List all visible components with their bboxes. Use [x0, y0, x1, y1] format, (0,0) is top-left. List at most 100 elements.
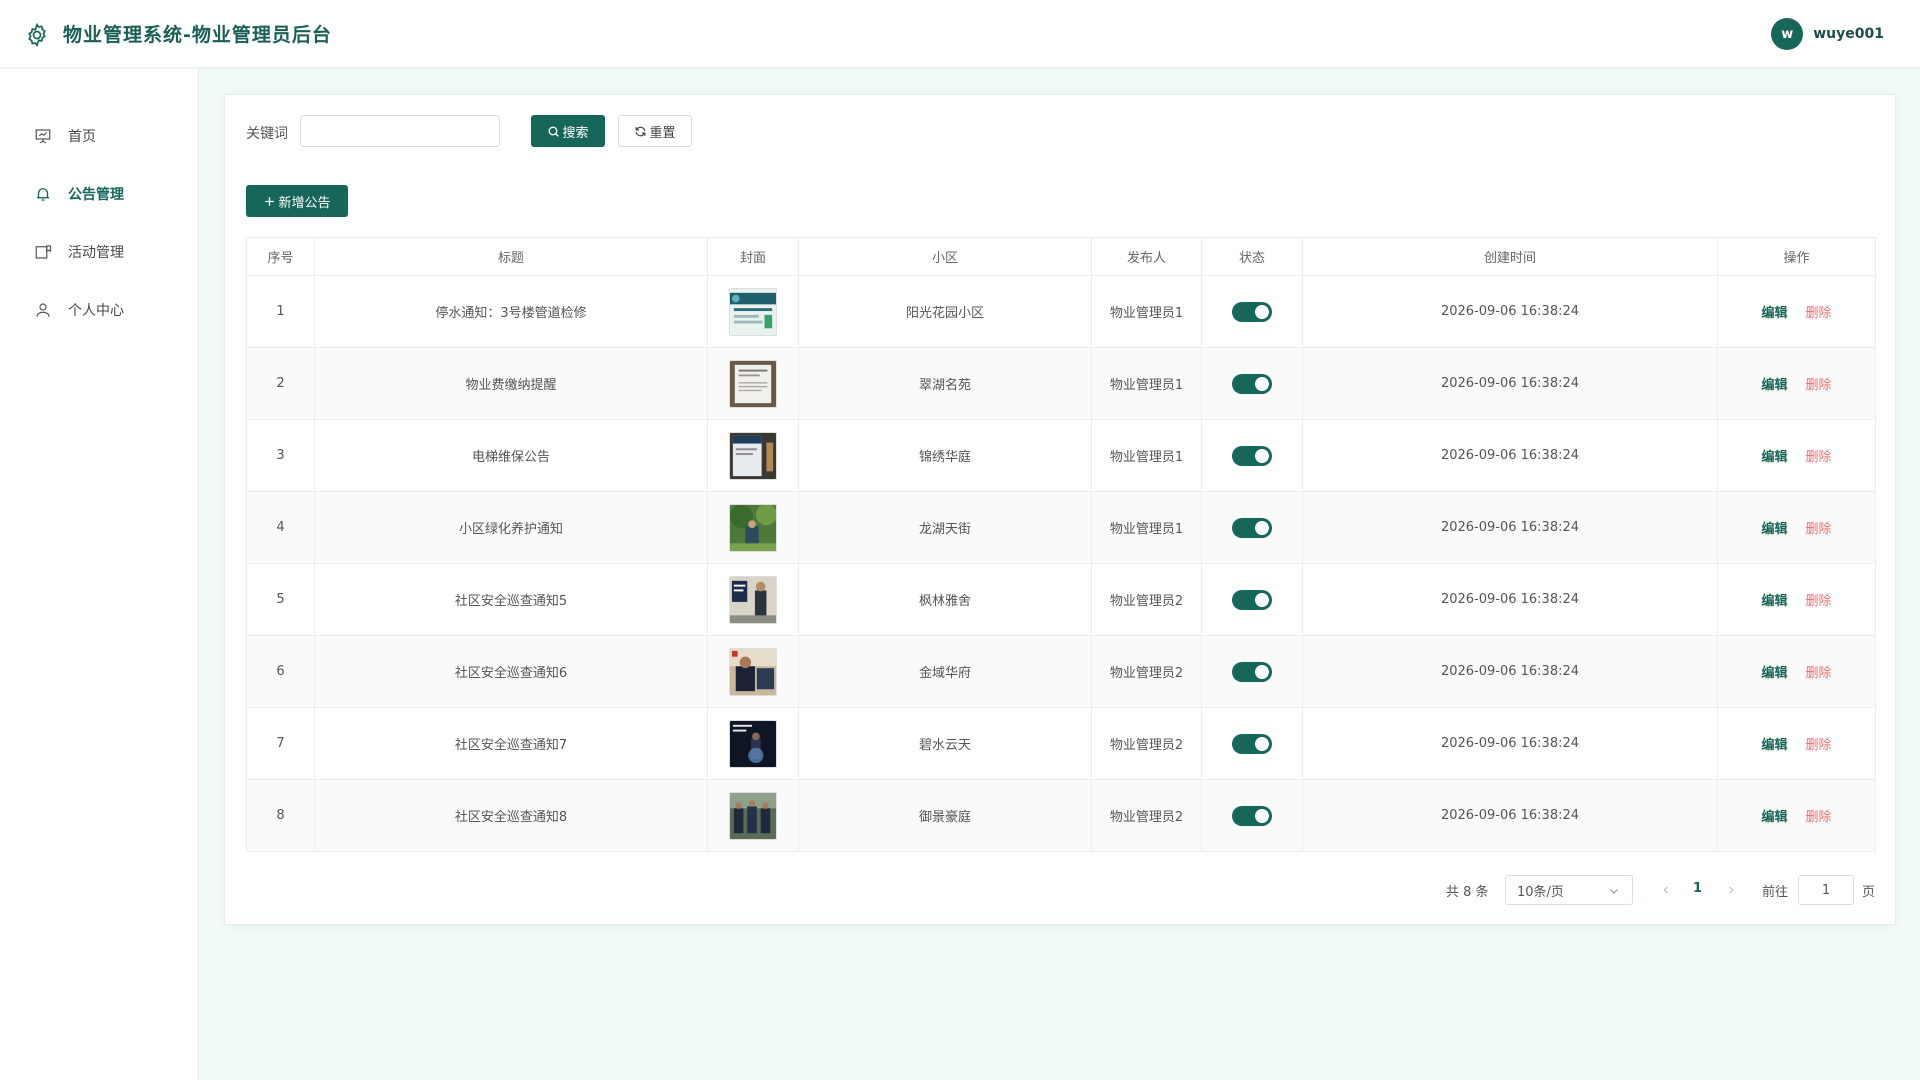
row-number: 3 — [246, 419, 315, 492]
search-button-label: 搜索 — [562, 125, 589, 141]
column-header: 封面 — [707, 237, 799, 276]
page-number-current[interactable]: 1 — [1693, 881, 1702, 896]
delete-button[interactable]: 删除 — [1806, 306, 1832, 321]
status-toggle[interactable] — [1232, 517, 1272, 538]
delete-button[interactable]: 删除 — [1806, 378, 1832, 393]
page-size-select[interactable]: 10条/页 — [1505, 875, 1633, 905]
edit-button[interactable]: 编辑 — [1761, 738, 1787, 753]
avatar[interactable]: w — [1771, 18, 1804, 50]
row-status — [1201, 635, 1303, 708]
status-toggle[interactable] — [1232, 733, 1272, 754]
row-cover — [707, 275, 799, 348]
table-row: 5 社区安全巡查通知5 枫林雅舍 物业管理员2 2026-09-06 16:38… — [246, 563, 1876, 636]
row-publisher: 物业管理员1 — [1091, 275, 1202, 348]
row-created-time: 2026-09-06 16:38:24 — [1302, 347, 1718, 420]
status-toggle[interactable] — [1232, 805, 1272, 826]
cover-thumbnail[interactable] — [729, 719, 777, 768]
column-header: 状态 — [1201, 237, 1303, 276]
row-cover — [707, 635, 799, 708]
status-toggle[interactable] — [1232, 373, 1272, 394]
prev-page-button[interactable] — [1661, 883, 1671, 899]
row-actions: 编辑 删除 — [1717, 563, 1876, 636]
user-menu[interactable]: w wuye001 — [1771, 18, 1884, 50]
row-community: 金域华府 — [798, 635, 1092, 708]
delete-button[interactable]: 删除 — [1806, 450, 1832, 465]
row-status — [1201, 563, 1303, 636]
delete-button[interactable]: 删除 — [1806, 666, 1832, 681]
sidebar-item-home[interactable]: 首页 — [0, 116, 199, 156]
cover-thumbnail[interactable] — [729, 647, 777, 696]
cover-thumbnail[interactable] — [729, 575, 777, 624]
app-title: 物业管理系统-物业管理员后台 — [63, 24, 332, 46]
edit-button[interactable]: 编辑 — [1761, 594, 1787, 609]
row-status — [1201, 347, 1303, 420]
add-announcement-button[interactable]: 新增公告 — [246, 185, 348, 217]
row-created-time: 2026-09-06 16:38:24 — [1302, 779, 1718, 852]
status-toggle[interactable] — [1232, 301, 1272, 322]
row-number: 1 — [246, 275, 315, 348]
sidebar-item-label: 个人中心 — [68, 303, 124, 319]
sidebar-item-profile[interactable]: 个人中心 — [0, 290, 199, 330]
sidebar-item-activities[interactable]: 活动管理 — [0, 232, 199, 272]
keyword-label: 关键词 — [246, 126, 288, 142]
row-actions: 编辑 删除 — [1717, 419, 1876, 492]
edit-button[interactable]: 编辑 — [1761, 522, 1787, 537]
search-icon — [547, 125, 560, 138]
cover-thumbnail[interactable] — [729, 791, 777, 840]
status-toggle[interactable] — [1232, 445, 1272, 466]
delete-button[interactable]: 删除 — [1806, 522, 1832, 537]
presentation-board-icon — [34, 127, 52, 145]
sidebar-item-label: 首页 — [68, 129, 96, 145]
username[interactable]: wuye001 — [1813, 26, 1884, 42]
reset-button[interactable]: 重置 — [618, 115, 692, 147]
sidebar: 首页 公告管理 活动管理 个人中心 — [0, 69, 199, 1080]
chevron-right-icon — [1729, 886, 1734, 894]
edit-button[interactable]: 编辑 — [1761, 666, 1787, 681]
table-row: 2 物业费缴纳提醒 翠湖名苑 物业管理员1 2026-09-06 16:38:2… — [246, 347, 1876, 420]
edit-button[interactable]: 编辑 — [1761, 810, 1787, 825]
row-title: 社区安全巡查通知8 — [314, 779, 708, 852]
table-header-row: 序号 标题 封面 小区 发布人 状态 创建时间 操作 — [246, 237, 1876, 276]
delete-button[interactable]: 删除 — [1806, 810, 1832, 825]
edit-button[interactable]: 编辑 — [1761, 306, 1787, 321]
row-actions: 编辑 删除 — [1717, 347, 1876, 420]
announcement-table: 序号 标题 封面 小区 发布人 状态 创建时间 操作 1 停水通知：3号楼管道检… — [246, 237, 1876, 852]
row-community: 御景豪庭 — [798, 779, 1092, 852]
bell-icon — [34, 185, 52, 203]
row-cover — [707, 491, 799, 564]
calendar-flag-icon — [34, 243, 52, 261]
status-toggle[interactable] — [1232, 589, 1272, 610]
edit-button[interactable]: 编辑 — [1761, 378, 1787, 393]
cover-thumbnail[interactable] — [729, 503, 777, 552]
row-status — [1201, 275, 1303, 348]
row-community: 碧水云天 — [798, 707, 1092, 780]
cover-thumbnail[interactable] — [729, 359, 777, 408]
delete-button[interactable]: 删除 — [1806, 594, 1832, 609]
row-publisher: 物业管理员1 — [1091, 491, 1202, 564]
goto-page-input[interactable] — [1798, 875, 1854, 905]
row-created-time: 2026-09-06 16:38:24 — [1302, 563, 1718, 636]
row-number: 5 — [246, 563, 315, 636]
sidebar-item-announcements[interactable]: 公告管理 — [0, 174, 199, 214]
row-created-time: 2026-09-06 16:38:24 — [1302, 419, 1718, 492]
row-publisher: 物业管理员2 — [1091, 635, 1202, 708]
search-button[interactable]: 搜索 — [531, 115, 605, 147]
cover-thumbnail[interactable] — [729, 287, 777, 336]
status-toggle[interactable] — [1232, 661, 1272, 682]
next-page-button[interactable] — [1726, 883, 1736, 899]
row-actions: 编辑 删除 — [1717, 707, 1876, 780]
row-status — [1201, 491, 1303, 564]
column-header: 创建时间 — [1302, 237, 1718, 276]
cover-thumbnail[interactable] — [729, 431, 777, 480]
row-created-time: 2026-09-06 16:38:24 — [1302, 275, 1718, 348]
keyword-input[interactable] — [300, 115, 500, 147]
edit-button[interactable]: 编辑 — [1761, 450, 1787, 465]
row-cover — [707, 419, 799, 492]
row-community: 锦绣华庭 — [798, 419, 1092, 492]
row-created-time: 2026-09-06 16:38:24 — [1302, 491, 1718, 564]
row-publisher: 物业管理员2 — [1091, 707, 1202, 780]
column-header: 小区 — [798, 237, 1092, 276]
row-title: 物业费缴纳提醒 — [314, 347, 708, 420]
delete-button[interactable]: 删除 — [1806, 738, 1832, 753]
reset-button-label: 重置 — [649, 125, 676, 141]
